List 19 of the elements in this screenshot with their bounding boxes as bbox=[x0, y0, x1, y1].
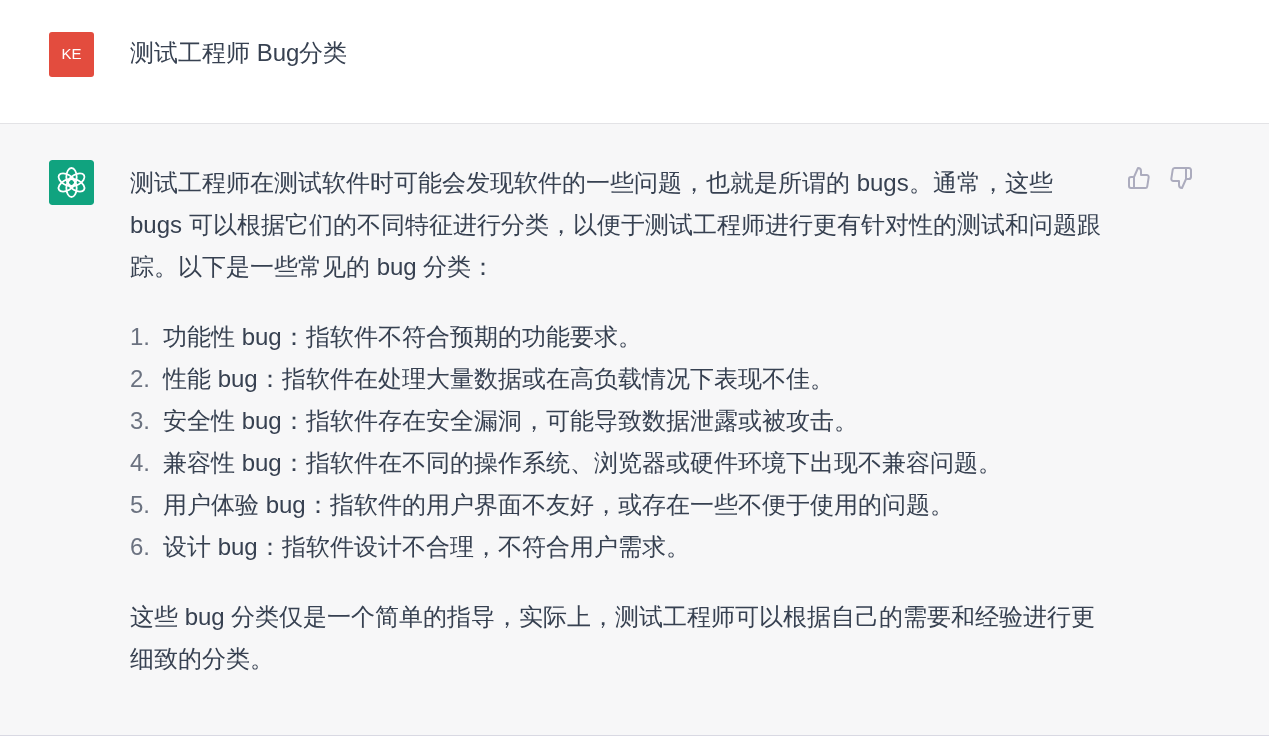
list-number: 2. bbox=[130, 364, 151, 394]
thumbs-up-icon[interactable] bbox=[1128, 167, 1150, 189]
answer-paragraph: 这些 bug 分类仅是一个简单的指导，实际上，测试工程师可以根据自己的需要和经验进行更细致的分类。 bbox=[130, 602, 1097, 674]
thumbs-down-icon[interactable] bbox=[1170, 167, 1192, 189]
list-item-text: 兼容性 bug：指软件在不同的操作系统、浏览器或硬件环境下出现不兼容问题。 bbox=[163, 448, 1002, 478]
logo-icon bbox=[49, 160, 94, 205]
list-item-text: 设计 bug：指软件设计不合理，不符合用户需求。 bbox=[163, 532, 690, 562]
list-number: 1. bbox=[130, 322, 151, 352]
list-item-text: 用户体验 bug：指软件的用户界面不友好，或存在一些不便于使用的问题。 bbox=[163, 490, 954, 520]
user-avatar: KE bbox=[49, 32, 94, 77]
list-number: 6. bbox=[130, 532, 151, 562]
list-item-text: 性能 bug：指软件在处理大量数据或在高负载情况下表现不佳。 bbox=[163, 364, 834, 394]
user-message-text: 测试工程师 Bug分类 bbox=[130, 38, 348, 68]
list-item-text: 安全性 bug：指软件存在安全漏洞，可能导致数据泄露或被攻击。 bbox=[163, 406, 858, 436]
answer-paragraph: 测试工程师在测试软件时可能会发现软件的一些问题，也就是所谓的 bugs。通常，这些 bugs 可以根据它们的不同特征进行分类，以便于测试工程师进行更有针对性的测试和问题跟踪。以下是一些常见的 bug 分类： bbox=[130, 168, 1102, 282]
list-number: 4. bbox=[130, 448, 151, 478]
list-number: 5. bbox=[130, 490, 151, 520]
list-number: 3. bbox=[130, 406, 151, 436]
list-item-text: 功能性 bug：指软件不符合预期的功能要求。 bbox=[163, 322, 642, 352]
